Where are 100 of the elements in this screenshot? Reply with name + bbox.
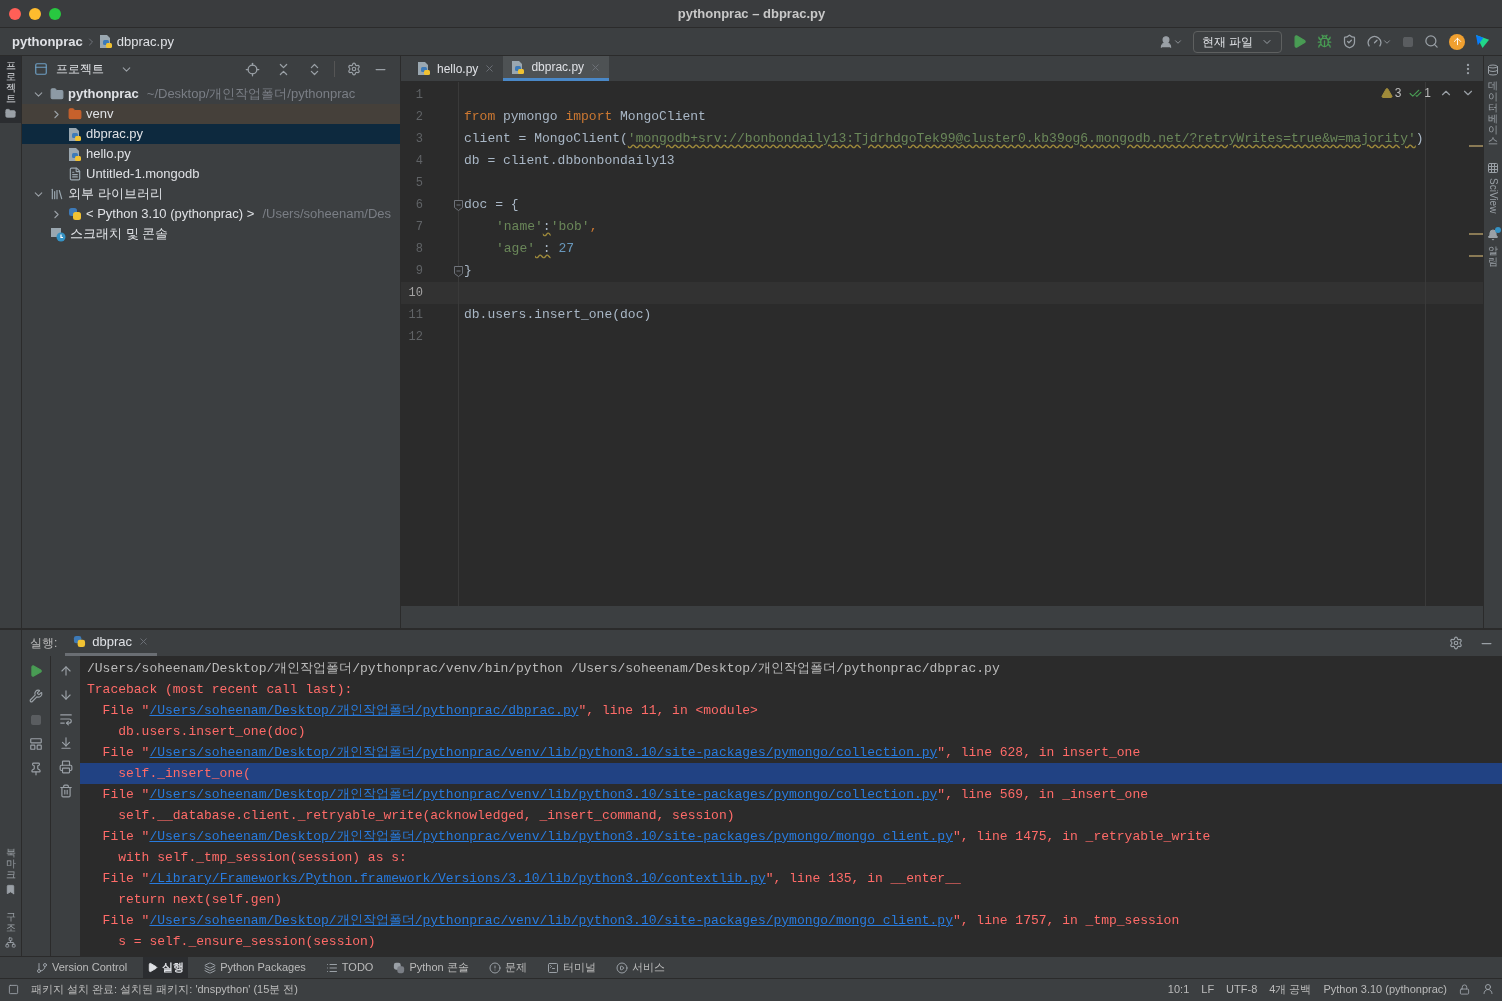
tool-window-button[interactable]: 서비스: [611, 957, 669, 978]
file-link[interactable]: /Users/soheenam/Desktop/개인작업폴더/pythonprac/venv/lib/python3.10/site-packages/pymongo/collection.py: [149, 786, 938, 802]
clear-button[interactable]: [58, 784, 73, 798]
file-link[interactable]: /Users/soheenam/Desktop/개인작업폴더/pythonprac/venv/lib/python3.10/site-packages/pymongo/mongo_client.py: [149, 828, 953, 844]
tree-item[interactable]: hello.py: [22, 144, 400, 164]
run-button[interactable]: [1292, 34, 1307, 49]
side-tool-tab[interactable]: 북마크: [0, 843, 21, 899]
status-item[interactable]: 4개 공백: [1269, 980, 1312, 998]
soft-wrap-button[interactable]: [58, 712, 73, 726]
tree-item[interactable]: venv: [22, 104, 400, 124]
user-icon[interactable]: [1158, 34, 1173, 49]
tree-path: /Users/soheenam/Des: [262, 205, 391, 224]
tool-window-button[interactable]: TODO: [321, 957, 378, 978]
app-logo-icon[interactable]: [1475, 34, 1490, 49]
breadcrumb-item[interactable]: dbprac.py: [116, 31, 174, 52]
tree-label: 외부 라이브러리: [68, 185, 163, 204]
branch-icon: [36, 961, 48, 974]
update-button[interactable]: [1449, 33, 1465, 50]
minimize-window-button[interactable]: [29, 7, 41, 20]
warning-count[interactable]: 3: [1394, 84, 1402, 102]
file-link[interactable]: /Library/Frameworks/Python.framework/Versions/3.10/lib/python3.10/contextlib.py: [149, 870, 766, 886]
status-item[interactable]: 10:1: [1167, 980, 1190, 998]
breadcrumb-item[interactable]: pythonprac: [12, 31, 83, 52]
status-item[interactable]: UTF-8: [1226, 980, 1258, 998]
tree-path: ~/Desktop/개인작업폴더/pythonprac: [146, 85, 356, 104]
side-tool-tab[interactable]: 알림: [1487, 229, 1499, 268]
search-button[interactable]: [1424, 34, 1439, 49]
side-tool-tab[interactable]: 데이터베이스: [1487, 64, 1499, 146]
tree-label: dbprac.py: [86, 125, 144, 144]
scroll-to-end-button[interactable]: [58, 736, 73, 750]
editor-tab[interactable]: dbprac.py: [503, 56, 610, 81]
console-line: File "/Users/soheenam/Desktop/개인작업폴더/pythonprac/dbprac.py", line 11, in <module>: [101, 701, 758, 720]
lock-icon[interactable]: [1459, 983, 1470, 995]
close-icon[interactable]: [484, 63, 496, 74]
bell-icon: [1487, 229, 1499, 242]
line-number: 3: [414, 131, 423, 148]
tree-item[interactable]: dbprac.py: [22, 124, 400, 144]
close-window-button[interactable]: [9, 7, 21, 20]
wrench-button[interactable]: [29, 689, 43, 703]
tree-item[interactable]: Untitled-1.mongodb: [22, 164, 400, 184]
line-number: 5: [414, 175, 423, 192]
database-icon: [1487, 64, 1499, 76]
line-number: 4: [414, 153, 423, 170]
tree-item[interactable]: 스크래치 및 콘솔: [22, 224, 400, 244]
rerun-button[interactable]: [29, 664, 43, 678]
side-tool-tab[interactable]: 구조: [0, 907, 21, 952]
file-link[interactable]: /Users/soheenam/Desktop/개인작업폴더/pythonprac/venv/lib/python3.10/site-packages/pymongo/collection.py: [149, 744, 938, 760]
side-tool-tab[interactable]: SciView: [1485, 162, 1501, 214]
code-line: from pymongo import MongoClient: [464, 108, 706, 127]
tool-window-button[interactable]: 실행: [143, 957, 189, 978]
status-item[interactable]: LF: [1201, 980, 1215, 998]
panel-title[interactable]: 프로젝트: [56, 60, 104, 78]
tool-window-button[interactable]: Version Control: [32, 957, 132, 978]
fold-icon[interactable]: [454, 265, 463, 277]
tool-window-button[interactable]: Python Packages: [200, 957, 310, 978]
file-link[interactable]: /Users/soheenam/Desktop/개인작업폴더/pythonprac/venv/lib/python3.10/site-packages/pymongo/mongo_client.py: [149, 912, 953, 928]
terminal-icon: [546, 961, 559, 974]
line-number: 11: [407, 307, 423, 324]
console-line: return next(self.gen): [117, 890, 283, 909]
print-button[interactable]: [58, 760, 73, 774]
side-tab-label: 알림: [1488, 245, 1498, 268]
coverage-button[interactable]: [1342, 34, 1357, 49]
settings-icon[interactable]: [347, 62, 361, 76]
structure-icon: [5, 937, 16, 948]
close-icon[interactable]: [138, 636, 150, 647]
arrow-up-icon: [1451, 36, 1463, 47]
arrow-up-button[interactable]: [58, 664, 73, 678]
settings-icon[interactable]: [1449, 636, 1463, 650]
arrow-down-button[interactable]: [58, 688, 73, 702]
tree-label: venv: [86, 105, 114, 124]
tree-item[interactable]: < Python 3.10 (pythonprac) > /Users/soheenam/Des: [22, 204, 400, 224]
tool-window-button[interactable]: Python 콘솔: [389, 957, 473, 978]
bookmark-icon: [5, 884, 16, 895]
warning-icon[interactable]: [1380, 87, 1393, 99]
run-config-dropdown[interactable]: 현재 파일: [1192, 30, 1282, 53]
fold-icon[interactable]: [454, 199, 463, 211]
side-tool-tab[interactable]: 프로젝트: [0, 56, 21, 123]
code-line: db.users.insert_one(doc): [464, 306, 652, 325]
zoom-window-button[interactable]: [49, 7, 61, 20]
debug-button[interactable]: [1317, 34, 1332, 49]
tree-item[interactable]: pythonprac ~/Desktop/개인작업폴더/pythonprac: [22, 84, 400, 104]
console-line: with self._tmp_session(session) as s:: [117, 848, 407, 867]
tool-window-button[interactable]: 터미널: [542, 957, 600, 978]
status-item[interactable]: Python 3.10 (pythonprac): [1323, 980, 1447, 998]
grid-icon: [1487, 162, 1499, 174]
file-link[interactable]: /Users/soheenam/Desktop/개인작업폴더/pythonprac/dbprac.py: [149, 702, 579, 718]
layout-button[interactable]: [29, 737, 43, 751]
console-line: File "/Users/soheenam/Desktop/개인작업폴더/pythonprac/venv/lib/python3.10/site-packages/pymongo/mongo_client.py", line 1475, in _retryable_write: [101, 827, 1211, 846]
user-icon[interactable]: [1482, 983, 1494, 995]
weak-warning-count[interactable]: 1: [1424, 84, 1431, 102]
gauge-icon[interactable]: [1367, 34, 1382, 49]
locate-icon[interactable]: [245, 61, 260, 77]
editor-tab[interactable]: hello.py: [409, 56, 504, 81]
python-file-icon: [417, 61, 431, 76]
tool-window-button[interactable]: 문제: [484, 957, 531, 978]
pin-button[interactable]: [29, 762, 43, 776]
code-line: 'name':'bob',: [496, 218, 598, 237]
line-number: 10: [407, 285, 423, 302]
panel-toggle-icon[interactable]: [8, 983, 19, 995]
tree-item[interactable]: 외부 라이브러리: [22, 184, 400, 204]
